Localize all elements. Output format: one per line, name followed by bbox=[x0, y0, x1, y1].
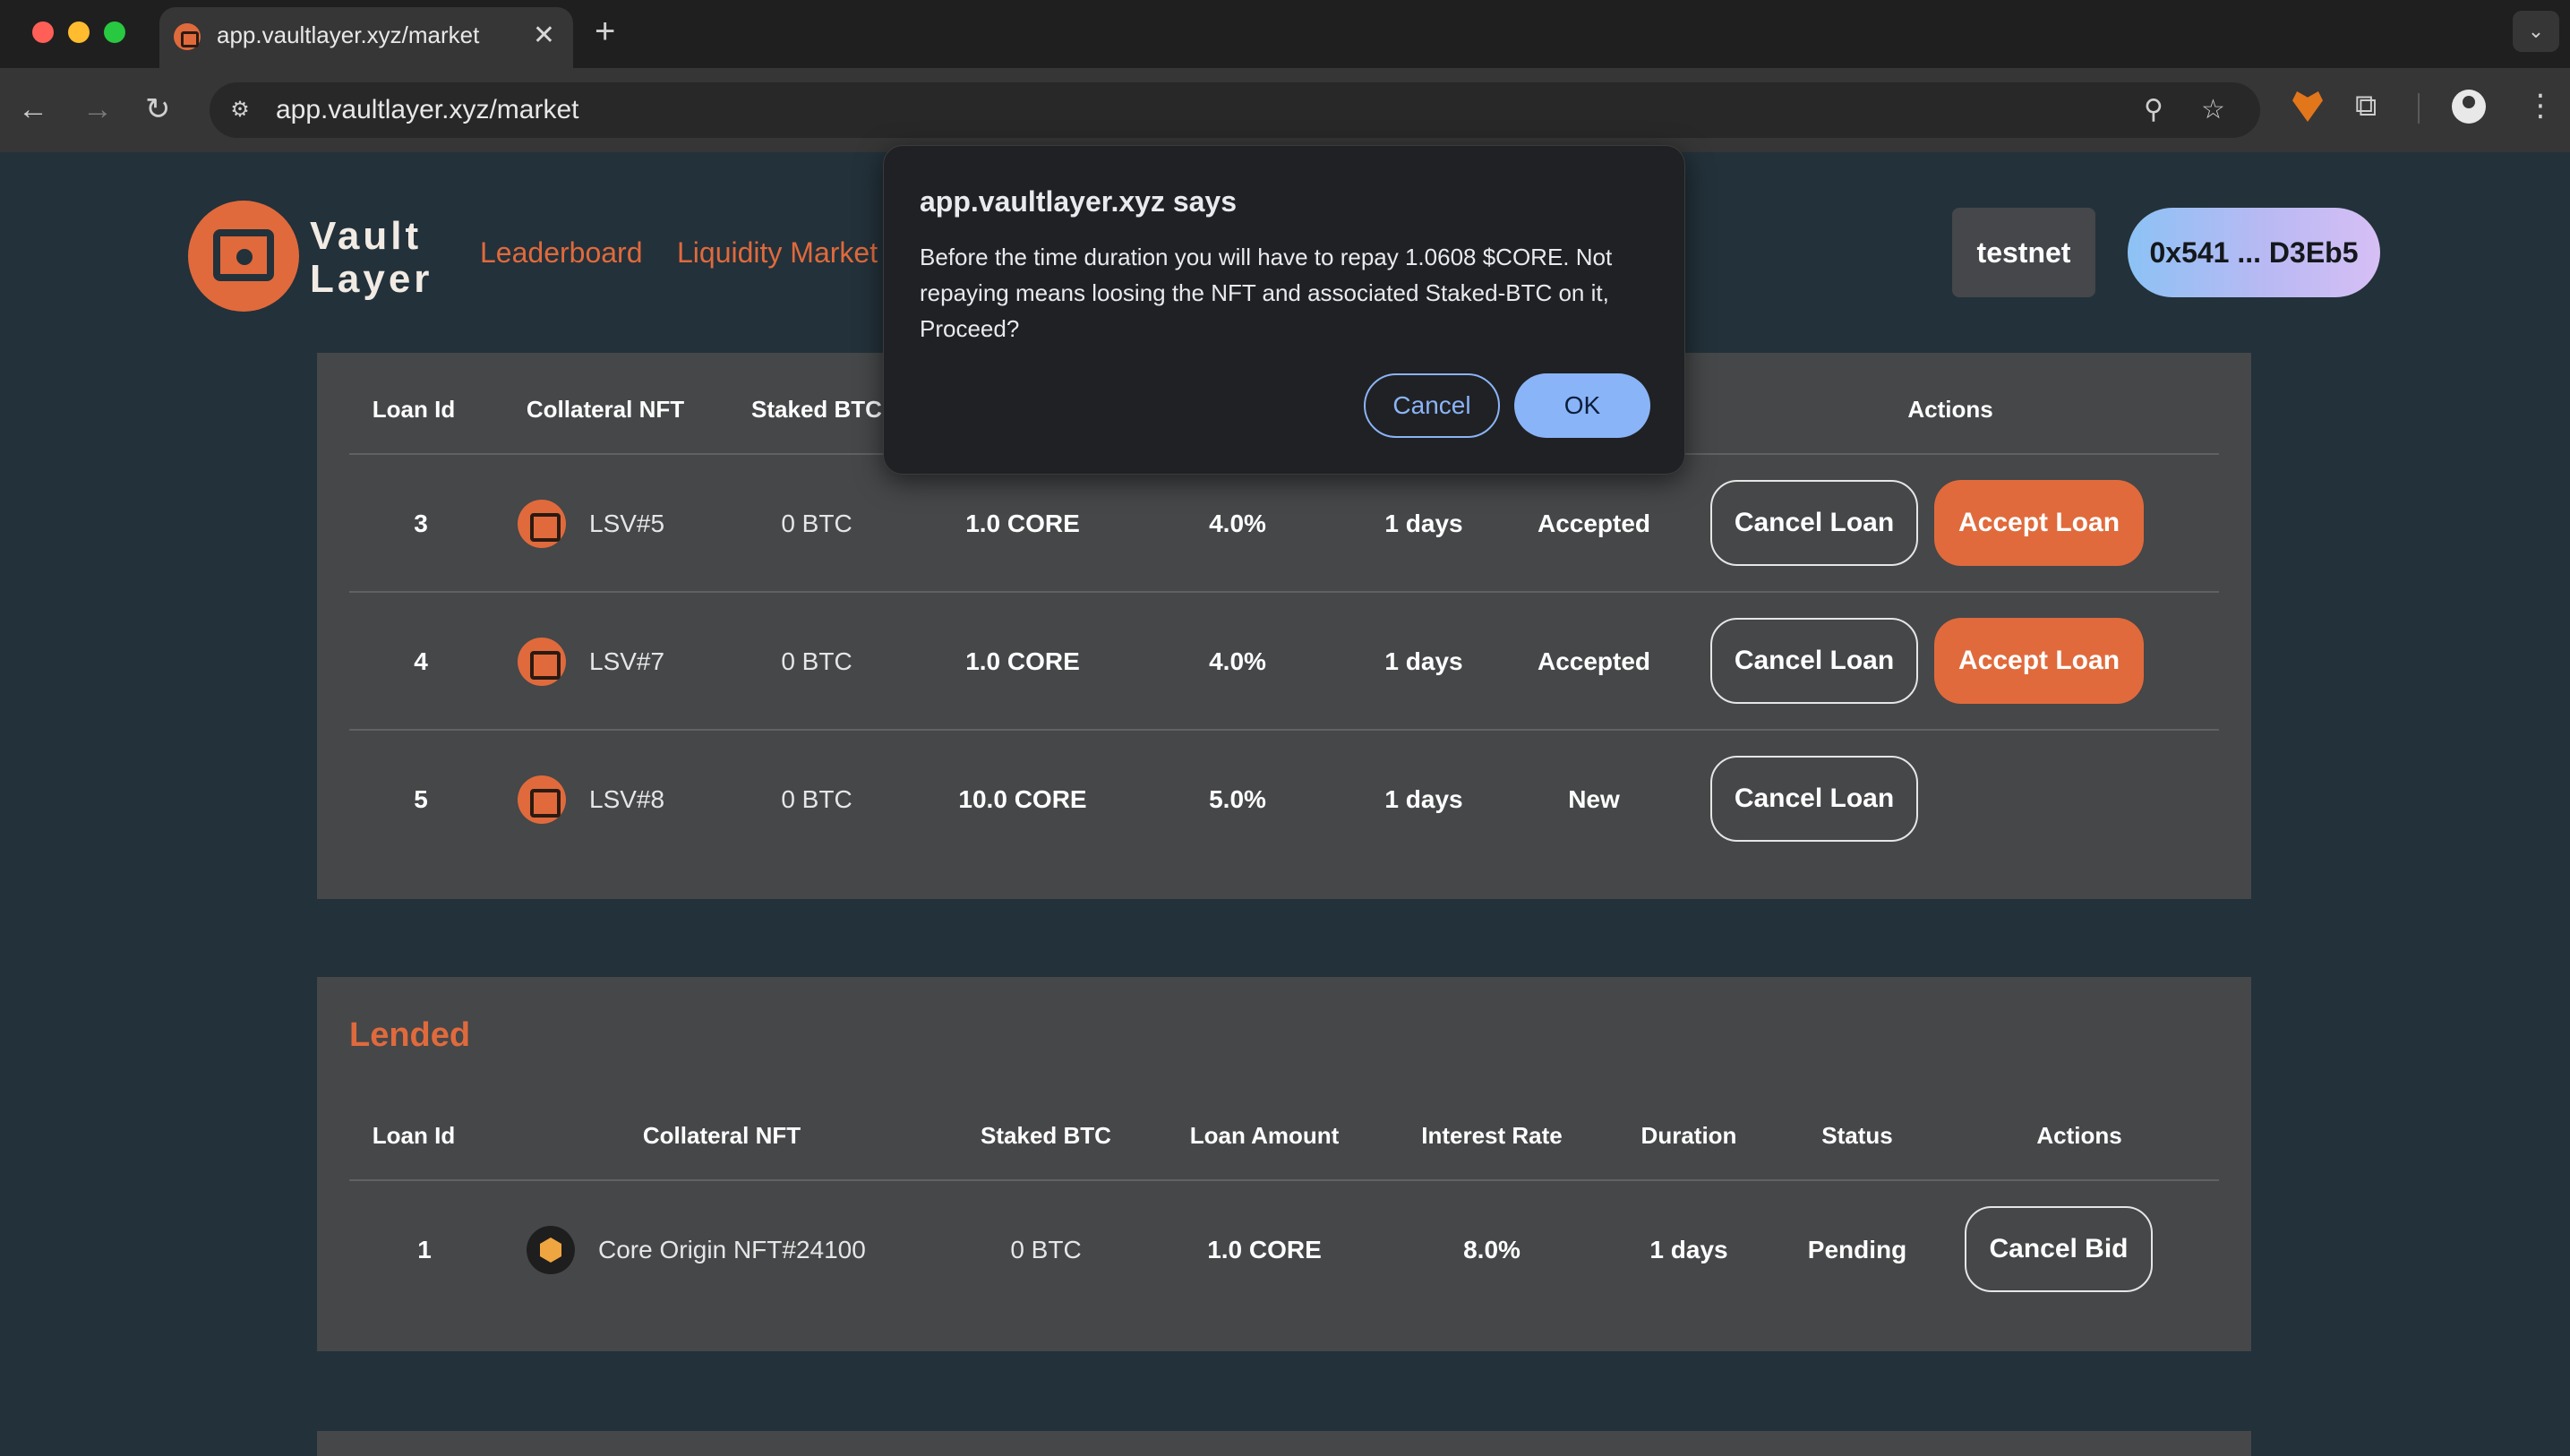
collateral-nft: Core Origin NFT#24100 bbox=[527, 1181, 866, 1319]
tab-close-icon[interactable]: ✕ bbox=[533, 18, 555, 54]
logo-key-shape bbox=[236, 249, 253, 265]
loan-amount: 1.0 CORE bbox=[965, 510, 1080, 537]
dialog-message: Before the time duration you will have t… bbox=[920, 244, 1613, 342]
collateral-nft: LSV#8 bbox=[518, 731, 664, 869]
loan-id: 4 bbox=[414, 647, 428, 675]
interest-rate: 4.0% bbox=[1209, 510, 1266, 537]
cancel-loan-button[interactable]: Cancel Loan bbox=[1710, 480, 1918, 566]
interest-rate: 5.0% bbox=[1209, 785, 1266, 813]
active-tab[interactable]: app.vaultlayer.xyz/market ✕ bbox=[159, 7, 573, 68]
zoom-icon[interactable]: ⚲ bbox=[2144, 93, 2163, 127]
cancel-loan-button[interactable]: Cancel Loan bbox=[1710, 618, 1918, 704]
back-icon[interactable]: ← bbox=[18, 90, 48, 129]
logo-text: Vault Layer bbox=[310, 215, 433, 301]
collateral-nft: LSV#5 bbox=[518, 455, 664, 593]
status: Pending bbox=[1807, 1236, 1907, 1263]
profile-icon[interactable] bbox=[2452, 90, 2486, 124]
new-tab-button[interactable]: + bbox=[595, 11, 615, 52]
duration: 1 days bbox=[1384, 510, 1463, 537]
header-duration: Duration bbox=[1641, 1122, 1737, 1149]
nft-name: LSV#5 bbox=[589, 510, 665, 537]
table-row: 4 LSV#7 0 BTC 1.0 CORE 4.0% 1 days Accep… bbox=[317, 593, 2251, 731]
header-actions: Actions bbox=[1907, 396, 1993, 423]
collateral-nft: LSV#7 bbox=[518, 593, 664, 731]
lsv-nft-icon bbox=[518, 775, 566, 824]
toolbar-divider bbox=[2418, 93, 2420, 124]
star-icon[interactable]: ☆ bbox=[2201, 93, 2225, 127]
accept-loan-button[interactable]: Accept Loan bbox=[1934, 618, 2144, 704]
forward-icon[interactable]: → bbox=[82, 90, 113, 129]
extensions-icon[interactable]: ⧉ bbox=[2355, 86, 2377, 125]
confirm-dialog: app.vaultlayer.xyz says Before the time … bbox=[883, 145, 1685, 475]
status: Accepted bbox=[1537, 510, 1651, 537]
lended-title: Lended bbox=[349, 1016, 471, 1054]
status: New bbox=[1568, 785, 1620, 813]
header-actions: Actions bbox=[2036, 1122, 2122, 1149]
interest-rate: 4.0% bbox=[1209, 647, 1266, 675]
duration: 1 days bbox=[1384, 647, 1463, 675]
header-collateral-nft: Collateral NFT bbox=[642, 1122, 801, 1149]
browser-toolbar: ← → ↻ ⚙ app.vaultlayer.xyz/market ⚲ ☆ bbox=[0, 68, 2570, 152]
dialog-title: app.vaultlayer.xyz says bbox=[920, 185, 1237, 218]
table-row: 5 LSV#8 0 BTC 10.0 CORE 5.0% 1 days New … bbox=[317, 731, 2251, 869]
loan-amount: 1.0 CORE bbox=[1207, 1236, 1322, 1263]
logo-line-2: Layer bbox=[310, 257, 433, 301]
nft-name: Core Origin NFT#24100 bbox=[598, 1236, 866, 1263]
staked-btc: 0 BTC bbox=[781, 785, 852, 813]
header-loan-id: Loan Id bbox=[372, 396, 456, 423]
maximize-window-button[interactable] bbox=[104, 21, 125, 43]
lended-loans-panel: Lended Loan Id Collateral NFT Staked BTC… bbox=[317, 977, 2251, 1351]
header-staked-btc: Staked BTC bbox=[981, 1122, 1111, 1149]
header-collateral-nft: Collateral NFT bbox=[526, 396, 685, 423]
accept-loan-button[interactable]: Accept Loan bbox=[1934, 480, 2144, 566]
loan-amount: 10.0 CORE bbox=[958, 785, 1087, 813]
dialog-ok-button[interactable]: OK bbox=[1514, 373, 1650, 438]
close-window-button[interactable] bbox=[32, 21, 54, 43]
tab-strip: app.vaultlayer.xyz/market ✕ + ⌄ bbox=[0, 0, 2570, 68]
nft-name: LSV#8 bbox=[589, 785, 665, 813]
menu-icon[interactable]: ⋮ bbox=[2525, 86, 2556, 125]
nav-liquidity-market[interactable]: Liquidity Market bbox=[677, 236, 878, 270]
cancel-loan-button[interactable]: Cancel Loan bbox=[1710, 756, 1918, 842]
interest-rate: 8.0% bbox=[1463, 1236, 1521, 1263]
staked-btc: 0 BTC bbox=[781, 510, 852, 537]
status: Accepted bbox=[1537, 647, 1651, 675]
header-status: Status bbox=[1821, 1122, 1893, 1149]
minimize-window-button[interactable] bbox=[68, 21, 90, 43]
loan-id: 3 bbox=[414, 510, 428, 537]
logo-line-1: Vault bbox=[310, 214, 423, 258]
loan-id: 1 bbox=[417, 1236, 432, 1263]
staked-btc: 0 BTC bbox=[781, 647, 852, 675]
duration: 1 days bbox=[1649, 1236, 1728, 1263]
dialog-cancel-button[interactable]: Cancel bbox=[1364, 373, 1500, 438]
lsv-nft-icon bbox=[518, 500, 566, 548]
tab-search-button[interactable]: ⌄ bbox=[2513, 11, 2559, 52]
header-loan-id: Loan Id bbox=[372, 1122, 456, 1149]
nav-leaderboard[interactable]: Leaderboard bbox=[480, 236, 642, 270]
loan-id: 5 bbox=[414, 785, 428, 813]
header-loan-amount: Loan Amount bbox=[1189, 1122, 1340, 1149]
vaultlayer-favicon-icon bbox=[174, 23, 201, 50]
cancel-bid-button[interactable]: Cancel Bid bbox=[1965, 1206, 2153, 1292]
staked-btc: 0 BTC bbox=[1010, 1236, 1082, 1263]
table-row: 1 Core Origin NFT#24100 0 BTC 1.0 CORE 8… bbox=[317, 1181, 2251, 1319]
next-panel bbox=[317, 1431, 2251, 1456]
loan-amount: 1.0 CORE bbox=[965, 647, 1080, 675]
core-origin-nft-icon bbox=[527, 1226, 575, 1274]
table-row: 3 LSV#5 0 BTC 1.0 CORE 4.0% 1 days Accep… bbox=[317, 455, 2251, 593]
address-bar[interactable]: ⚙ app.vaultlayer.xyz/market ⚲ ☆ bbox=[210, 82, 2260, 138]
network-button[interactable]: testnet bbox=[1952, 208, 2095, 297]
header-interest-rate: Interest Rate bbox=[1421, 1122, 1563, 1149]
duration: 1 days bbox=[1384, 785, 1463, 813]
url-text[interactable]: app.vaultlayer.xyz/market bbox=[276, 95, 578, 125]
site-info-icon[interactable]: ⚙ bbox=[226, 96, 254, 124]
tab-title: app.vaultlayer.xyz/market bbox=[217, 21, 480, 48]
wallet-address-button[interactable]: 0x541 ... D3Eb5 bbox=[2128, 208, 2380, 297]
vaultlayer-logo-icon[interactable] bbox=[188, 201, 299, 312]
lsv-nft-icon bbox=[518, 638, 566, 686]
reload-icon[interactable]: ↻ bbox=[145, 90, 171, 129]
header-staked-btc: Staked BTC bbox=[751, 396, 882, 423]
nft-name: LSV#7 bbox=[589, 647, 665, 675]
